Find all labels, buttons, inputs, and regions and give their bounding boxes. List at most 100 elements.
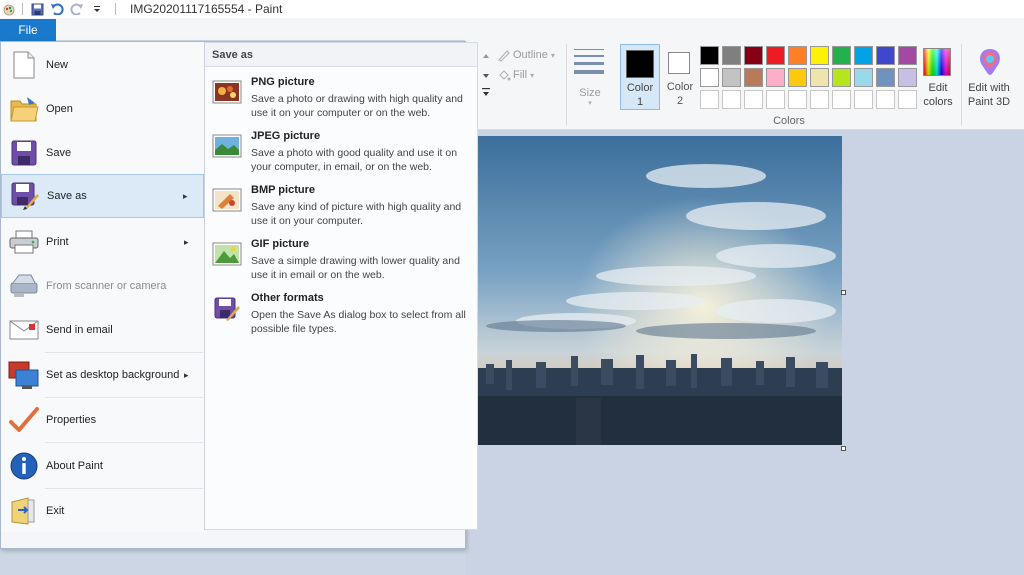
submenu-arrow-icon: ▸ (183, 190, 188, 201)
palette-swatch[interactable] (766, 68, 785, 87)
menu-item-save-as[interactable]: Save as ▸ (1, 174, 204, 218)
fill-label: Fill (513, 69, 528, 81)
edit-colors-button[interactable]: Edit colors (918, 44, 958, 110)
ribbon-divider (566, 44, 567, 126)
palette-swatch[interactable] (700, 46, 719, 65)
menu-item-properties[interactable]: Properties (1, 398, 204, 442)
redo-icon[interactable] (69, 2, 85, 16)
palette-custom-slot[interactable] (898, 90, 917, 109)
palette-custom-slot[interactable] (810, 90, 829, 109)
color1-number: 1 (636, 96, 644, 108)
palette-custom-slot[interactable] (722, 90, 741, 109)
save-as-gif[interactable]: GIF picture Save a simple drawing with l… (205, 232, 477, 286)
save-as-bmp[interactable]: BMP picture Save any kind of picture wit… (205, 178, 477, 232)
email-icon (8, 314, 40, 346)
palette-swatch[interactable] (898, 68, 917, 87)
checkmark-icon (8, 404, 40, 436)
palette-swatch[interactable] (744, 46, 763, 65)
other-formats-icon (212, 296, 242, 321)
edit-paint3d-button[interactable]: Edit with Paint 3D (964, 44, 1014, 110)
palette-swatch[interactable] (766, 46, 785, 65)
outline-dropdown[interactable]: Outline ▾ (497, 48, 555, 62)
palette-swatch[interactable] (876, 68, 895, 87)
menu-label-save: Save (46, 147, 72, 159)
undo-icon[interactable] (49, 2, 65, 16)
save-quick-icon[interactable] (29, 2, 45, 16)
palette-swatch[interactable] (788, 68, 807, 87)
jpeg-title: JPEG picture (251, 130, 321, 142)
menu-item-send-email[interactable]: Send in email (1, 308, 204, 352)
png-picture-icon (212, 80, 242, 104)
palette-swatch[interactable] (700, 68, 719, 87)
palette-custom-slot[interactable] (788, 90, 807, 109)
palette-custom-slot[interactable] (744, 90, 763, 109)
menu-item-about[interactable]: About Paint (1, 444, 204, 488)
color-spectrum-icon (923, 48, 951, 76)
png-description: Save a photo or drawing with high qualit… (251, 93, 463, 119)
outline-brush-icon (498, 50, 510, 62)
size-chevron-icon: ▾ (588, 100, 592, 107)
customize-quick-access-icon[interactable] (89, 2, 105, 16)
jpeg-description: Save a photo with good quality and use i… (251, 147, 458, 173)
color2-button[interactable]: Color 2 (662, 44, 698, 110)
menu-item-desktop-background[interactable]: Set as desktop background ▸ (1, 353, 204, 397)
bmp-picture-icon (212, 188, 242, 212)
menu-item-new[interactable]: New (1, 43, 204, 87)
palette-custom-slot[interactable] (832, 90, 851, 109)
canvas-image[interactable] (476, 136, 842, 445)
ribbon-divider (961, 44, 962, 126)
shapes-scroll[interactable] (481, 50, 491, 106)
menu-label-exit: Exit (46, 505, 65, 517)
palette-swatch[interactable] (810, 68, 829, 87)
quick-access-divider (22, 3, 23, 15)
resize-handle-right[interactable] (841, 290, 846, 295)
color1-label: Color (626, 82, 654, 94)
save-as-other-formats[interactable]: Other formats Open the Save As dialog bo… (205, 286, 477, 340)
palette-swatch[interactable] (854, 46, 873, 65)
menu-item-open[interactable]: Open (1, 87, 204, 131)
edit-paint3d-label-2: Paint 3D (967, 96, 1011, 108)
menu-item-print[interactable]: Print ▸ (1, 220, 204, 264)
color1-button[interactable]: Color 1 (620, 44, 660, 110)
palette-swatch[interactable] (854, 68, 873, 87)
menu-label-desktop-background: Set as desktop background (46, 369, 180, 381)
palette-custom-slot[interactable] (854, 90, 873, 109)
palette-swatch[interactable] (810, 46, 829, 65)
menu-item-from-scanner[interactable]: From scanner or camera (1, 264, 204, 308)
palette-custom-slot[interactable] (700, 90, 719, 109)
palette-custom-slot[interactable] (876, 90, 895, 109)
edit-paint3d-label-1: Edit with (968, 82, 1010, 94)
outline-chevron-icon: ▾ (550, 50, 555, 60)
paint3d-icon (980, 49, 1000, 75)
palette-swatch[interactable] (832, 68, 851, 87)
menu-item-exit[interactable]: Exit (1, 489, 204, 533)
save-disk-icon (8, 137, 40, 169)
palette-swatch[interactable] (722, 68, 741, 87)
menu-item-save[interactable]: Save (1, 131, 204, 175)
menu-label-print: Print (46, 236, 69, 248)
palette-custom-slot[interactable] (766, 90, 785, 109)
palette-swatch[interactable] (876, 46, 895, 65)
outline-label: Outline (513, 49, 548, 61)
size-button[interactable]: Size ▾ (572, 46, 608, 107)
save-as-jpeg[interactable]: JPEG picture Save a photo with good qual… (205, 124, 477, 178)
resize-handle-corner[interactable] (841, 446, 846, 451)
fill-dropdown[interactable]: Fill ▾ (497, 68, 534, 82)
save-as-submenu: Save as PNG picture Save a photo or draw… (204, 42, 478, 530)
save-as-png[interactable]: PNG picture Save a photo or drawing with… (205, 70, 477, 124)
line-size-icon (574, 49, 604, 74)
printer-icon (8, 226, 40, 258)
bmp-description: Save any kind of picture with high quali… (251, 201, 462, 227)
file-tab[interactable]: File (0, 19, 56, 41)
gif-picture-icon (212, 242, 242, 266)
palette-swatch[interactable] (788, 46, 807, 65)
gif-title: GIF picture (251, 238, 310, 250)
gif-description: Save a simple drawing with lower quality… (251, 255, 460, 281)
palette-swatch[interactable] (744, 68, 763, 87)
jpeg-picture-icon (212, 134, 242, 158)
palette-swatch[interactable] (832, 46, 851, 65)
palette-swatch[interactable] (898, 46, 917, 65)
title-bar: IMG20201117165554 - Paint (0, 0, 1024, 18)
palette-swatch[interactable] (722, 46, 741, 65)
paint-app-icon[interactable] (2, 2, 16, 16)
